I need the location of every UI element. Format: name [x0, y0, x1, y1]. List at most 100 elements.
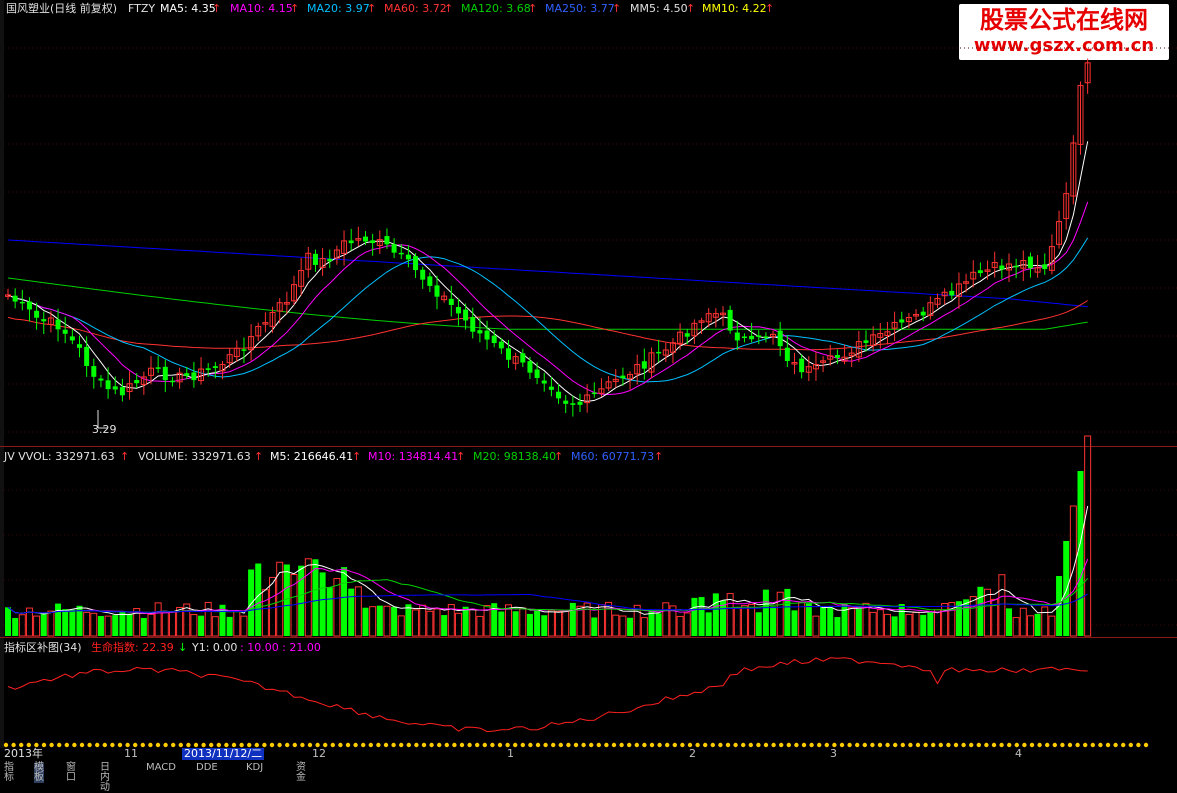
candle-body-down: [105, 380, 111, 390]
timeline-dot: [414, 742, 419, 748]
candle-body-down: [684, 333, 690, 337]
volume-m20-line: [7, 577, 1089, 614]
volume-bar-up: [211, 616, 219, 637]
volume-bar-up: [47, 610, 55, 637]
volume-bar-up: [934, 609, 941, 637]
volume-bar-up: [261, 589, 269, 637]
candle-body-down: [506, 348, 511, 360]
candle-body-down: [656, 351, 662, 354]
volume-bar-down: [119, 611, 126, 636]
timeline-dot: [140, 742, 145, 748]
timeline-dot: [1090, 742, 1096, 748]
candle-body-down: [77, 344, 82, 348]
volume-bar-up: [1012, 617, 1020, 637]
volume-bar-down: [97, 616, 104, 636]
timeline-dot: [1128, 742, 1134, 748]
volume-bar-down: [362, 607, 369, 636]
candle-body-down: [398, 252, 404, 255]
volume-m60-line: [7, 593, 1088, 614]
candle-body-down: [1027, 256, 1033, 269]
timeline-dot: [102, 742, 108, 748]
volume-bar-up: [204, 601, 212, 637]
volume-bar-down: [226, 616, 233, 636]
date-axis: [0, 748, 1177, 769]
timeline-dot: [1037, 742, 1042, 748]
candle-body-down: [920, 311, 926, 316]
tab-kdj[interactable]: KDJ: [246, 763, 263, 773]
volume-m5-line: [7, 505, 1089, 616]
ma10-line: [7, 201, 1089, 396]
timeline-dot: [604, 742, 609, 748]
tab-dde[interactable]: DDE: [196, 763, 218, 773]
volume-bar-down: [462, 606, 469, 636]
axis-month-feb: 2: [689, 747, 696, 760]
volume-bar-down: [691, 597, 698, 636]
timeline-dot: [1022, 742, 1027, 748]
candle-body-down: [734, 332, 740, 341]
volume-bar-down: [805, 603, 812, 636]
timeline-dot: [95, 742, 100, 748]
volume-bar-up: [848, 606, 856, 637]
volume-arrow-icon: ↑: [254, 450, 264, 463]
cursor-date-label: 2013/11/12/二: [182, 747, 265, 760]
volume-bar-up: [426, 610, 434, 637]
low-price-label: 3.29: [92, 423, 117, 436]
candle-body-down: [999, 265, 1005, 270]
candle-body-down: [420, 269, 426, 280]
candle-body-down: [784, 347, 790, 361]
timeline-dot: [961, 742, 966, 748]
volume-bar-down: [820, 606, 827, 636]
kline-chart-canvas[interactable]: [0, 0, 1177, 769]
tab-capital[interactable]: 资金: [296, 763, 306, 783]
candle-body-down: [205, 368, 211, 370]
candle-body-down: [949, 290, 955, 296]
volume-bar-up: [104, 615, 112, 637]
timeline-dot: [703, 742, 708, 748]
volume-bar-down: [705, 612, 712, 636]
candle-body-down: [413, 256, 419, 271]
tab-macd[interactable]: MACD: [146, 763, 176, 773]
volume-bar-up: [876, 609, 884, 637]
volume-bar-down: [341, 567, 348, 636]
volume-bar-up: [984, 588, 992, 637]
candle-body-down: [556, 391, 562, 399]
m10-value: M10: 134814.41: [368, 450, 459, 463]
volume-bar-down: [441, 615, 448, 636]
m60-arrow-icon: ↑: [654, 450, 664, 463]
tab-indicators[interactable]: 指标: [4, 763, 14, 783]
volume-bar-down: [891, 616, 898, 636]
timeline-dot: [49, 742, 54, 748]
candle-body-down: [777, 330, 783, 347]
volume-bar-up: [240, 615, 248, 637]
candle-body-down: [741, 336, 747, 339]
tab-intraday[interactable]: 日内动: [100, 763, 110, 793]
volume-bar-up: [369, 606, 377, 637]
volume-bar-up: [476, 615, 484, 637]
candle-body-down: [391, 244, 397, 253]
timeline-dot: [794, 742, 799, 748]
timeline-dot: [748, 742, 753, 748]
timeline-dot: [330, 742, 335, 748]
candle-body-down: [184, 373, 190, 376]
candle-body-down: [577, 401, 583, 405]
tab-window[interactable]: 窗口: [66, 763, 76, 783]
candle-body-down: [427, 276, 433, 286]
volume-bar-down: [977, 586, 984, 636]
volume-bar-down: [855, 606, 862, 636]
candle-body-down: [534, 369, 540, 378]
timeline-dot: [551, 742, 556, 748]
volume-bar-down: [69, 609, 76, 636]
volume-bar-up: [161, 611, 169, 637]
volume-bar-down: [391, 606, 398, 636]
volume-bar-up: [154, 602, 162, 637]
jv-vvol-value[interactable]: JV VVOL: 332971.63: [4, 450, 115, 463]
indicator-title[interactable]: 指标区补图(34): [4, 641, 82, 654]
volume-bar-up: [1041, 606, 1049, 637]
life-index-value: 生命指数: 22.39: [91, 641, 174, 654]
volume-bar-down: [312, 559, 319, 636]
timeline-dot: [946, 742, 951, 748]
volume-bar-up: [683, 612, 691, 637]
tab-template[interactable]: 模板: [34, 763, 44, 783]
volume-bar-up: [555, 610, 563, 637]
volume-bar-down: [55, 603, 62, 636]
